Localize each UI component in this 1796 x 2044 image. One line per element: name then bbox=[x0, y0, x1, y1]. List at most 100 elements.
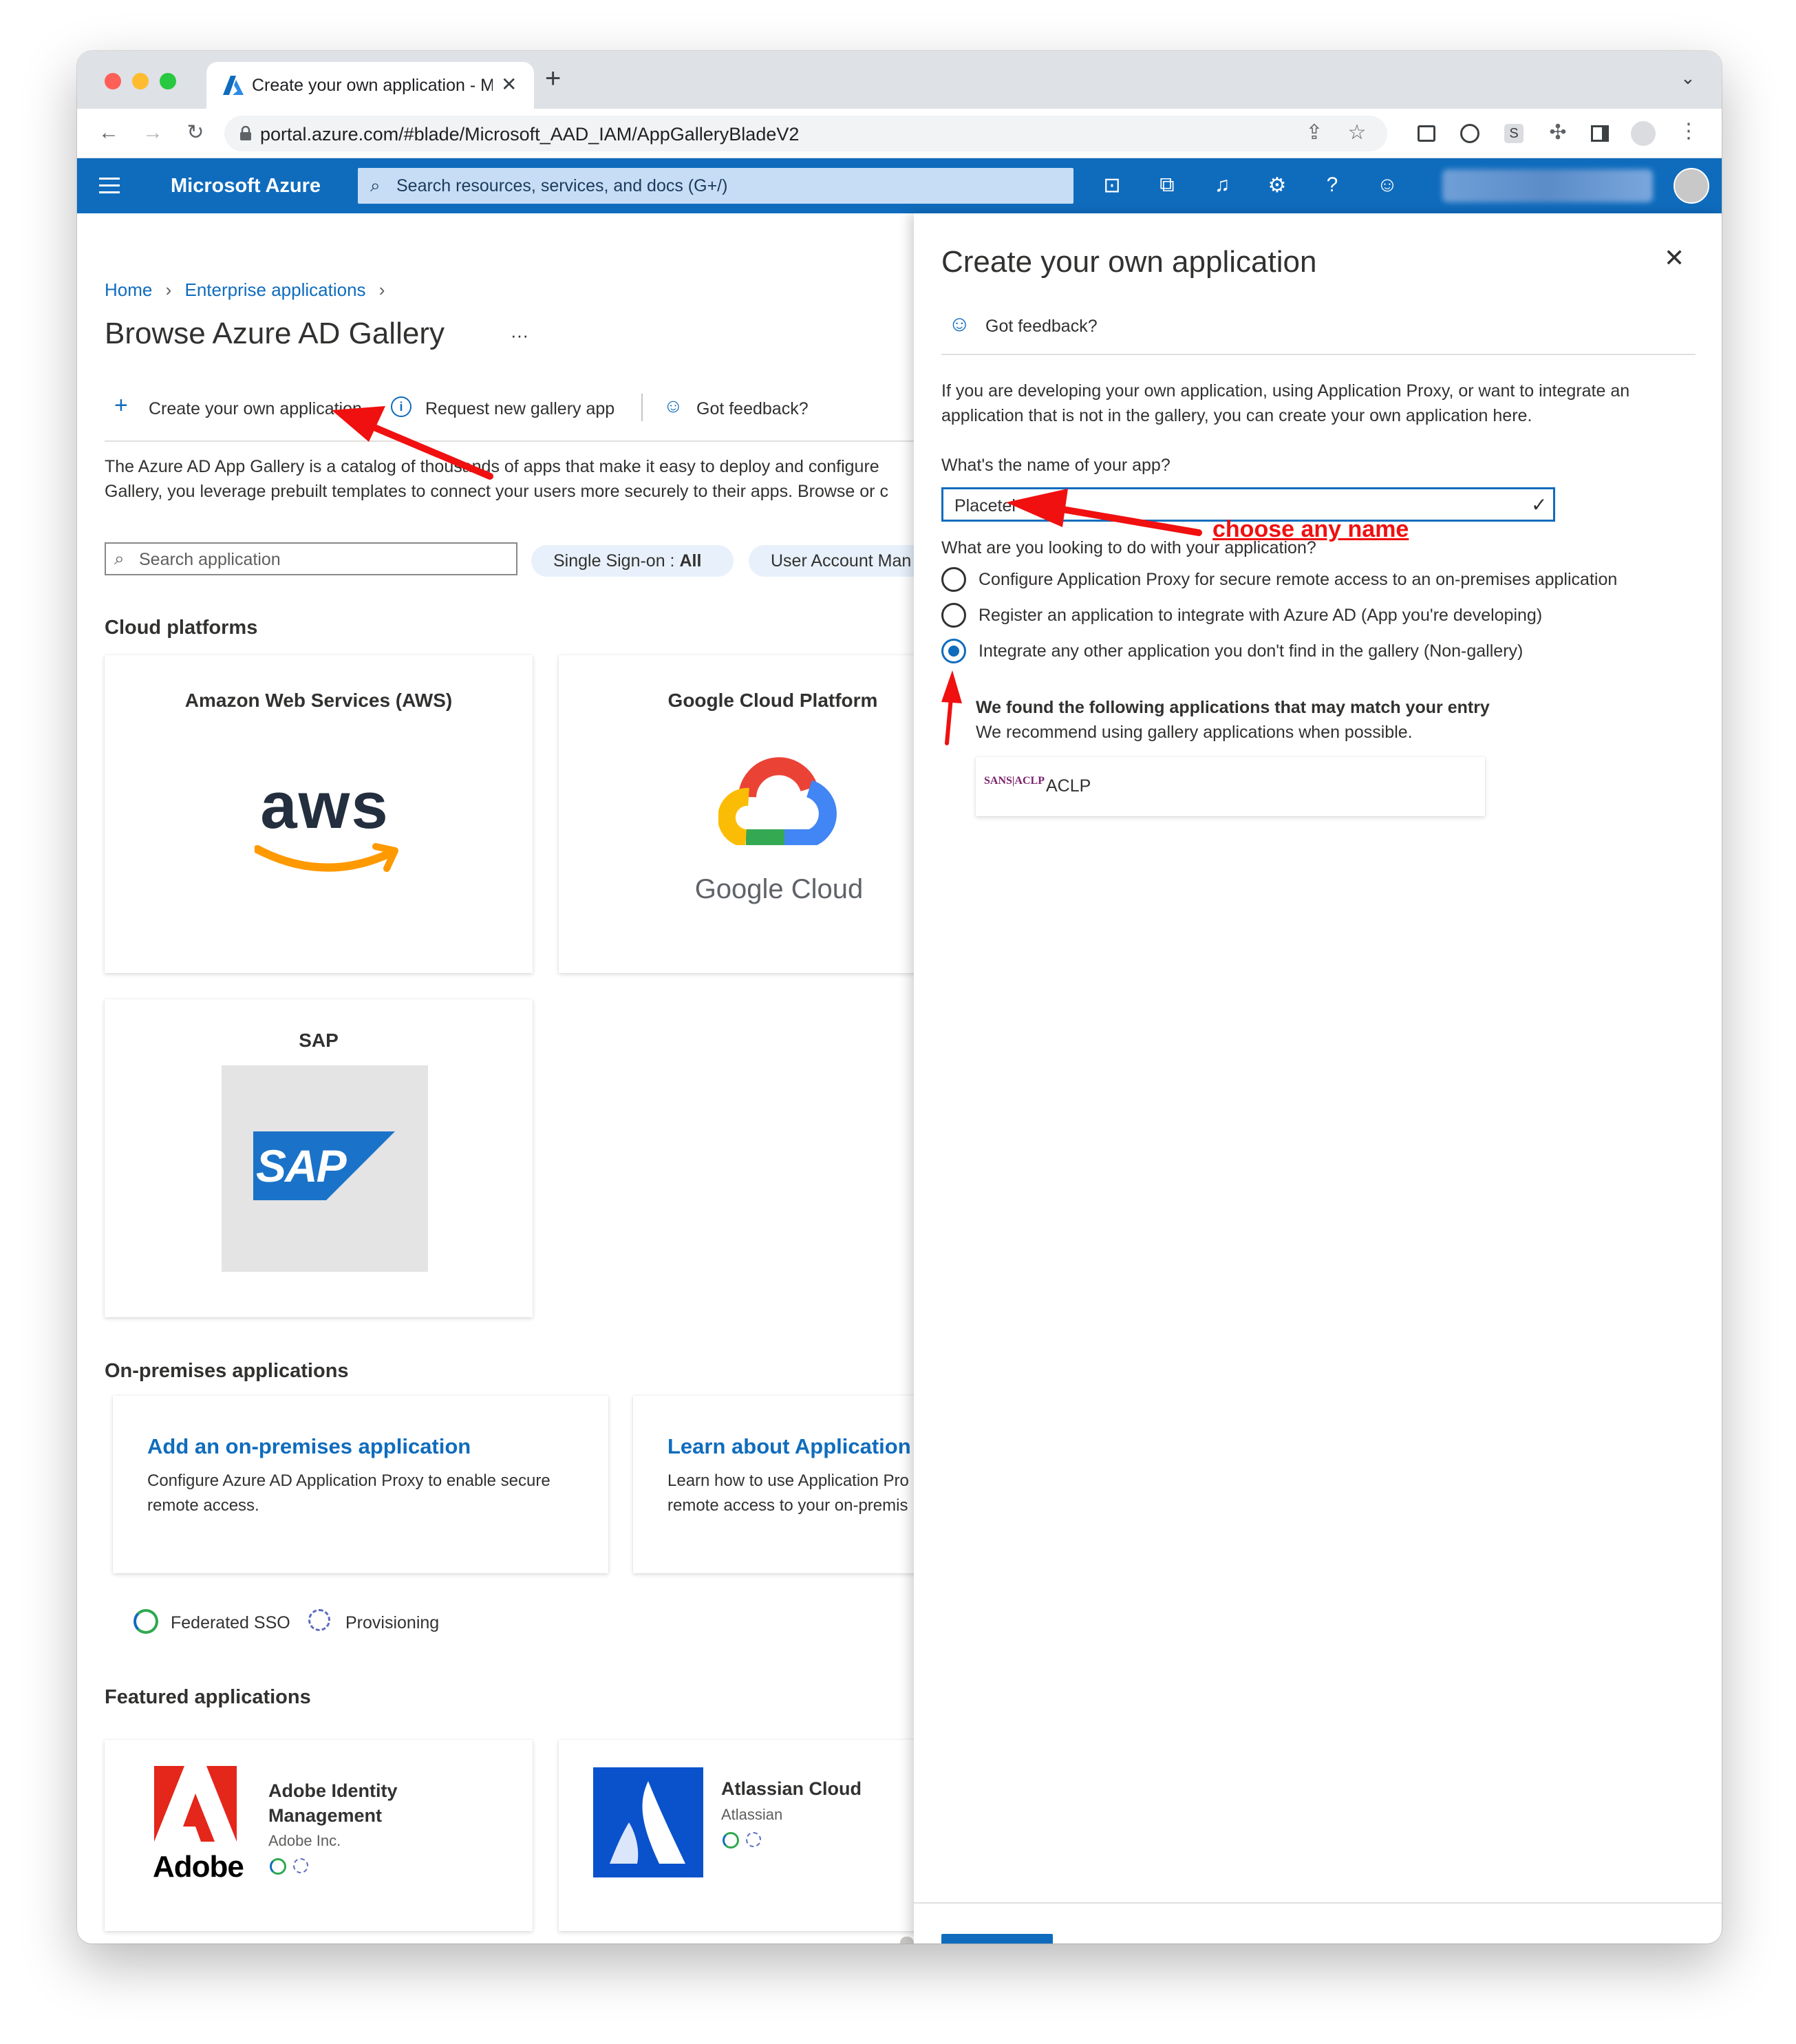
breadcrumb: Home › Enterprise applications › bbox=[105, 279, 385, 301]
provisioning-icon bbox=[293, 1858, 308, 1873]
share-icon[interactable]: ⇪ bbox=[1301, 123, 1328, 143]
blade-intro-line1: If you are developing your own applicati… bbox=[941, 381, 1630, 401]
learn-app-proxy-line2: remote access to your on-premis bbox=[667, 1496, 908, 1515]
match-title: We found the following applications that… bbox=[976, 698, 1490, 717]
radio-non-gallery[interactable] bbox=[941, 639, 966, 663]
sap-logo: SAP bbox=[222, 1065, 428, 1272]
aws-card[interactable]: Amazon Web Services (AWS) aws bbox=[105, 655, 533, 973]
address-bar[interactable]: portal.azure.com/#blade/Microsoft_AAD_IA… bbox=[224, 116, 1387, 151]
close-tab-icon[interactable]: ✕ bbox=[501, 73, 517, 96]
match-app-name: ACLP bbox=[1046, 776, 1091, 796]
adobe-card[interactable]: Adobe Adobe Identity Management Adobe In… bbox=[105, 1740, 533, 1931]
atlassian-logo-icon bbox=[610, 1781, 685, 1864]
breadcrumb-chevron-icon: › bbox=[165, 279, 172, 300]
adobe-app-name-line2: Management bbox=[268, 1805, 383, 1826]
forward-arrow-icon[interactable]: → bbox=[139, 123, 167, 143]
app-name-label: What's the name of your app? bbox=[941, 456, 1170, 475]
google-cloud-logo-text: Google Cloud bbox=[694, 874, 864, 904]
close-blade-icon[interactable]: ✕ bbox=[1664, 244, 1685, 273]
search-icon: ⌕ bbox=[114, 548, 125, 568]
bookmark-star-icon[interactable]: ☆ bbox=[1343, 123, 1371, 143]
create-button[interactable]: Create bbox=[941, 1934, 1053, 1944]
cloud-shell-icon[interactable]: ⊡ bbox=[1097, 173, 1127, 198]
help-icon[interactable]: ? bbox=[1317, 173, 1347, 197]
annotation-choose-name: choose any name bbox=[1212, 516, 1409, 542]
extension-icon[interactable] bbox=[1418, 125, 1435, 142]
gcp-card-title: Google Cloud Platform bbox=[667, 690, 878, 711]
add-on-premises-card[interactable]: Add an on-premises application Configure… bbox=[113, 1396, 608, 1573]
breadcrumb-home[interactable]: Home bbox=[105, 279, 152, 300]
add-icon: + bbox=[114, 392, 128, 418]
account-info-blurred[interactable] bbox=[1442, 169, 1653, 202]
create-app-blade: Create your own application ✕ ☺ Got feed… bbox=[914, 213, 1722, 1944]
page-title: Browse Azure AD Gallery bbox=[105, 317, 445, 350]
single-sign-on-filter[interactable]: Single Sign-on : All bbox=[531, 545, 734, 577]
radio-register-app[interactable] bbox=[941, 603, 966, 628]
match-app-card[interactable]: SANS|ACLP ACLP bbox=[976, 757, 1485, 816]
federated-sso-label: Federated SSO bbox=[171, 1613, 290, 1632]
hamburger-menu-icon[interactable] bbox=[99, 178, 120, 193]
aws-logo-text: aws bbox=[260, 769, 389, 842]
radio-app-proxy[interactable] bbox=[941, 567, 966, 592]
search-application-input[interactable]: ⌕ Search application bbox=[105, 542, 517, 575]
adobe-logo-icon bbox=[154, 1766, 237, 1842]
profile-avatar-icon[interactable] bbox=[1631, 121, 1656, 146]
cloud-platforms-title: Cloud platforms bbox=[105, 617, 258, 639]
settings-gear-icon[interactable]: ⚙ bbox=[1262, 173, 1292, 198]
notifications-bell-icon[interactable]: ♫ bbox=[1207, 173, 1237, 197]
option-app-proxy-label[interactable]: Configure Application Proxy for secure r… bbox=[979, 570, 1617, 590]
more-options-icon[interactable]: ··· bbox=[511, 325, 528, 346]
annotation-arrow-name bbox=[1006, 489, 1202, 536]
sap-logo-text: SAP bbox=[256, 1140, 347, 1191]
feedback-person-icon: ☺ bbox=[663, 395, 683, 416]
account-avatar-icon[interactable] bbox=[1674, 168, 1709, 204]
side-panel-icon[interactable] bbox=[1591, 125, 1609, 142]
close-window-button[interactable] bbox=[105, 73, 121, 89]
command-bar-divider bbox=[105, 440, 914, 442]
filter-sso-label: Single Sign-on : bbox=[553, 551, 680, 571]
got-feedback-command[interactable]: Got feedback? bbox=[696, 399, 809, 419]
blade-intro-line2: application that is not in the gallery, … bbox=[941, 406, 1532, 425]
zoom-window-button[interactable] bbox=[160, 73, 176, 89]
new-tab-icon[interactable]: + bbox=[545, 63, 561, 94]
blade-feedback-link[interactable]: Got feedback? bbox=[985, 317, 1098, 337]
command-divider bbox=[641, 394, 643, 421]
google-cloud-logo: Google Cloud bbox=[676, 724, 882, 930]
browser-tab[interactable]: Create your own application - Microsoft … bbox=[206, 62, 534, 109]
option-non-gallery-label[interactable]: Integrate any other application you don'… bbox=[979, 641, 1523, 661]
gcp-card[interactable]: Google Cloud Platform Google Cloud bbox=[559, 655, 914, 973]
adobe-app-name-line1: Adobe Identity bbox=[268, 1780, 398, 1801]
option-register-app-label[interactable]: Register an application to integrate wit… bbox=[979, 606, 1542, 626]
directory-filter-icon[interactable]: ⧉ bbox=[1152, 173, 1182, 197]
azure-brand[interactable]: Microsoft Azure bbox=[171, 175, 321, 198]
breadcrumb-enterprise-apps[interactable]: Enterprise applications bbox=[185, 279, 366, 300]
password-manager-icon[interactable] bbox=[1460, 124, 1479, 143]
browser-menu-icon[interactable]: ⋮ bbox=[1675, 121, 1702, 142]
sap-card[interactable]: SAP SAP bbox=[105, 999, 533, 1317]
puzzle-extensions-icon[interactable]: ✣ bbox=[1544, 123, 1572, 143]
learn-app-proxy-card[interactable]: Learn about Application P Learn how to u… bbox=[633, 1396, 914, 1573]
user-account-management-filter[interactable]: User Account Man bbox=[749, 545, 914, 577]
atlassian-card[interactable]: Atlassian Cloud Atlassian bbox=[559, 1740, 914, 1931]
s-extension-icon[interactable]: S bbox=[1504, 124, 1524, 143]
back-arrow-icon[interactable]: ← bbox=[95, 123, 122, 143]
learn-app-proxy-line1: Learn how to use Application Pro bbox=[667, 1471, 909, 1490]
scrollbar-thumb[interactable] bbox=[900, 1937, 914, 1944]
provisioning-label: Provisioning bbox=[345, 1613, 440, 1632]
reload-icon[interactable]: ↻ bbox=[182, 123, 209, 143]
federated-sso-icon bbox=[133, 1609, 158, 1634]
learn-app-proxy-link[interactable]: Learn about Application P bbox=[667, 1434, 914, 1459]
url-text: portal.azure.com/#blade/Microsoft_AAD_IA… bbox=[260, 124, 800, 145]
feedback-person-icon: ☺ bbox=[948, 311, 971, 336]
sap-card-title: SAP bbox=[299, 1030, 339, 1051]
google-cloud-icon bbox=[718, 757, 837, 845]
add-on-premises-line1: Configure Azure AD Application Proxy to … bbox=[147, 1471, 550, 1490]
valid-check-icon: ✓ bbox=[1531, 494, 1548, 515]
azure-search-input[interactable]: ⌕ Search resources, services, and docs (… bbox=[358, 168, 1073, 204]
match-subtitle: We recommend using gallery applications … bbox=[976, 723, 1413, 742]
feedback-icon[interactable]: ☺ bbox=[1372, 173, 1402, 197]
adobe-logo-text: Adobe bbox=[153, 1850, 244, 1884]
add-on-premises-link[interactable]: Add an on-premises application bbox=[147, 1434, 471, 1459]
tab-search-chevron-icon[interactable]: ⌄ bbox=[1680, 67, 1696, 89]
minimize-window-button[interactable] bbox=[132, 73, 149, 89]
